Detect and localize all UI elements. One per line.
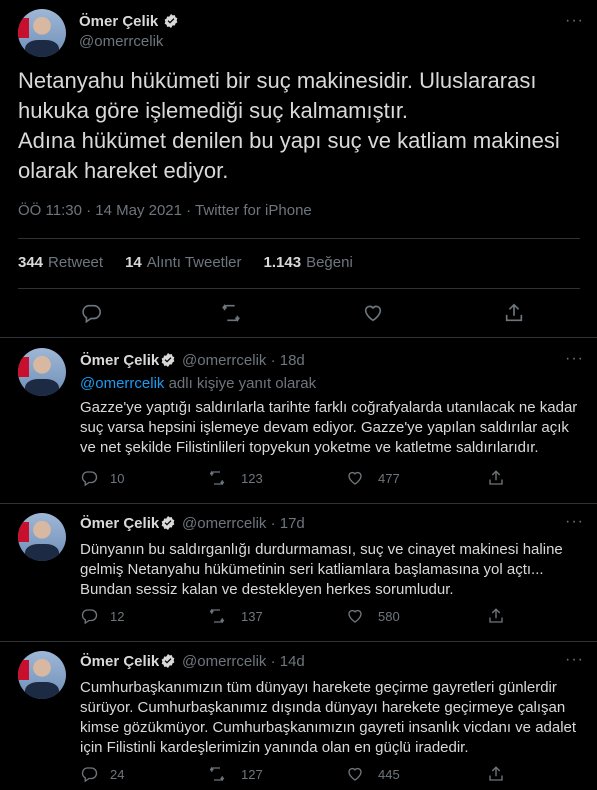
divider [0,337,597,338]
reply-icon[interactable] [80,302,102,324]
tweet-stats: 344 Retweet 14 Alıntı Tweetler 1.143 Beğeni [18,254,353,271]
divider [0,503,597,504]
retweet-icon[interactable] [208,607,226,625]
verified-icon [161,516,175,530]
like-icon[interactable] [346,607,364,625]
more-icon[interactable]: ··· [565,12,584,30]
reply-count: 12 [110,609,125,624]
divider [18,288,580,289]
replying-to: @omerrcelik adlı kişiye yanıt olarak [80,375,317,392]
tweet-text: Cumhurbaşkanımızın tüm dünyayı harekete … [80,679,577,756]
share-icon[interactable] [487,765,505,783]
reply-icon[interactable] [80,607,98,625]
like-icon[interactable] [362,302,384,324]
retweet-count: 127 [241,767,263,782]
share-icon[interactable] [487,469,505,487]
tweet-text: Dünyanın bu saldırganlığı durdurmaması, … [80,541,563,598]
retweet-icon[interactable] [208,765,226,783]
divider [18,238,580,239]
verified-icon [161,353,175,367]
avatar[interactable] [18,9,66,57]
retweet-stat[interactable]: 344 Retweet [18,254,103,271]
retweet-icon[interactable] [208,469,226,487]
reply-count: 24 [110,767,125,782]
verified-icon [161,654,175,668]
like-stat[interactable]: 1.143 Beğeni [264,254,353,271]
divider [0,641,597,642]
retweet-count: 137 [241,609,263,624]
share-icon[interactable] [487,607,505,625]
author-name[interactable]: Ömer Çelik [80,352,159,369]
like-count: 477 [378,471,400,486]
like-count: 445 [378,767,400,782]
avatar[interactable] [18,348,66,396]
tweet-meta[interactable]: ÖÖ 11:30 · 14 May 2021 · Twitter for iPh… [18,202,312,219]
share-icon[interactable] [503,302,525,324]
author-name[interactable]: Ömer Çelik [80,653,159,670]
author-handle[interactable]: @omerrcelik · 17d [182,515,305,532]
reply-icon[interactable] [80,765,98,783]
replying-to-link[interactable]: @omerrcelik [80,375,164,392]
author-handle[interactable]: @omerrcelik [79,33,163,50]
like-icon[interactable] [346,469,364,487]
author-name[interactable]: Ömer Çelik [80,515,159,532]
retweet-count: 123 [241,471,263,486]
author-name[interactable]: Ömer Çelik [79,13,158,30]
quote-stat[interactable]: 14 Alıntı Tweetler [125,254,241,271]
avatar[interactable] [18,651,66,699]
avatar[interactable] [18,513,66,561]
tweet-text: Gazze'ye yaptığı saldırılarla tarihte fa… [80,399,578,456]
retweet-icon[interactable] [220,302,242,324]
like-count: 580 [378,609,400,624]
more-icon[interactable]: ··· [565,513,584,531]
tweet-text: Netanyahu hükümeti bir suç makinesidir. … [18,68,560,183]
reply-icon[interactable] [80,469,98,487]
more-icon[interactable]: ··· [565,651,584,669]
author-handle[interactable]: @omerrcelik · 18d [182,352,305,369]
like-icon[interactable] [346,765,364,783]
verified-icon [164,14,178,28]
more-icon[interactable]: ··· [565,350,584,368]
reply-count: 10 [110,471,125,486]
author-handle[interactable]: @omerrcelik · 14d [182,653,305,670]
